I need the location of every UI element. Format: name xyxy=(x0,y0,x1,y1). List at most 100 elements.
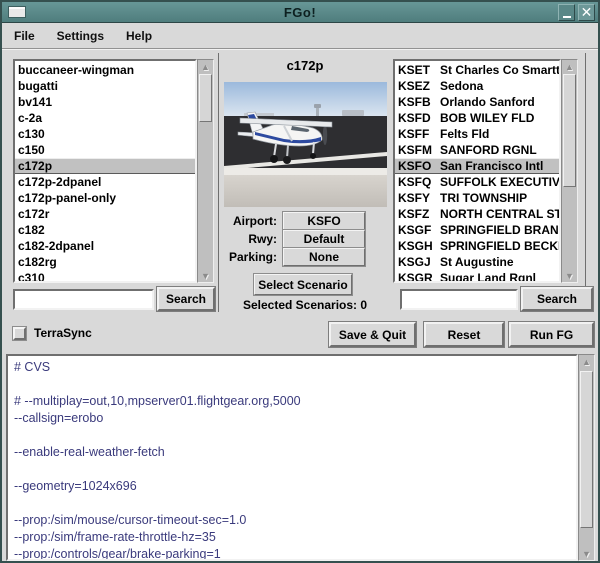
aircraft-search-field[interactable] xyxy=(13,289,154,310)
config-line xyxy=(14,461,570,478)
airport-list-item[interactable]: KSFZ NORTH CENTRAL STAT xyxy=(395,206,559,222)
airport-list-item[interactable]: KSFY TRI TOWNSHIP xyxy=(395,190,559,206)
menubar: File Settings Help xyxy=(2,24,598,49)
aircraft-list-item[interactable]: c182-2dpanel xyxy=(15,238,195,254)
airport-list-item[interactable]: KSFQ SUFFOLK EXECUTIVE xyxy=(395,174,559,190)
select-scenario-button[interactable]: Select Scenario xyxy=(253,273,353,296)
aircraft-list-item[interactable]: c172r xyxy=(15,206,195,222)
airport-list-item[interactable]: KSGJ St Augustine xyxy=(395,254,559,270)
airport-list-item[interactable]: KSFM SANFORD RGNL xyxy=(395,142,559,158)
airport-value-button[interactable]: KSFO xyxy=(282,211,366,231)
config-line: # --multiplay=out,10,mpserver01.flightge… xyxy=(14,394,301,408)
terrasync-label: TerraSync xyxy=(34,326,92,340)
close-button[interactable]: ✕ xyxy=(578,4,595,21)
aircraft-list[interactable]: buccaneer-wingman bugatti bv141 c-2a c130 c15… xyxy=(13,59,197,283)
aircraft-list-item[interactable]: bugatti xyxy=(15,78,195,94)
scroll-up-icon[interactable]: ▲ xyxy=(580,355,593,368)
airport-name: SPRINGFIELD BRANSO xyxy=(440,223,559,237)
aircraft-scrollbar-thumb[interactable] xyxy=(199,74,212,122)
aircraft-search-input[interactable] xyxy=(15,291,152,309)
minimize-button[interactable] xyxy=(558,4,575,21)
airport-list[interactable]: KSET St Charles Co Smartt KSEZ Sedona KSFB… xyxy=(393,59,561,283)
airport-list-item[interactable]: KSET St Charles Co Smartt xyxy=(395,62,559,78)
airport-name: Orlando Sanford xyxy=(440,95,535,109)
aircraft-list-item[interactable]: c172p-panel-only xyxy=(15,190,195,206)
config-textarea[interactable]: # CVS # --multiplay=out,10,mpserver01.fli… xyxy=(6,354,578,561)
airport-name: Felts Fld xyxy=(440,127,490,141)
aircraft-list-scrollbar[interactable]: ▲ ▼ xyxy=(197,59,214,283)
aircraft-list-item[interactable]: c310 xyxy=(15,270,195,281)
close-icon: ✕ xyxy=(580,4,593,20)
airport-list-item[interactable]: KSFB Orlando Sanford xyxy=(395,94,559,110)
minimize-icon xyxy=(562,16,571,18)
airport-scrollbar-thumb[interactable] xyxy=(563,74,576,187)
config-scrollbar-thumb[interactable] xyxy=(580,371,593,528)
airport-name: St Augustine xyxy=(440,255,514,269)
menu-item[interactable]: File xyxy=(10,27,39,45)
window-menu-icon[interactable] xyxy=(8,6,26,18)
aircraft-list-item[interactable]: c-2a xyxy=(15,110,195,126)
airport-name: Sugar Land Rgnl xyxy=(440,271,536,283)
selected-scenarios-count: Selected Scenarios: 0 xyxy=(242,298,368,312)
airport-code: KSFD xyxy=(398,111,431,125)
config-line: --prop:/sim/frame-rate-throttle-hz=35 xyxy=(14,530,216,544)
airport-list-item[interactable]: KSFF Felts Fld xyxy=(395,126,559,142)
airport-list-item[interactable]: KSGH SPRINGFIELD BECKLE xyxy=(395,238,559,254)
aircraft-list-item[interactable]: c150 xyxy=(15,142,195,158)
airport-code: KSFQ xyxy=(398,175,432,189)
selected-aircraft-title: c172p xyxy=(286,58,324,73)
airport-name: Sedona xyxy=(440,79,484,93)
airport-name: SUFFOLK EXECUTIVE xyxy=(440,175,561,189)
config-line: --geometry=1024x696 xyxy=(14,479,137,493)
aircraft-list-item[interactable]: c130 xyxy=(15,126,195,142)
menu-item[interactable]: Settings xyxy=(53,27,108,45)
aircraft-list-item[interactable]: bv141 xyxy=(15,94,195,110)
airport-name: BOB WILEY FLD xyxy=(440,111,535,125)
airport-list-item[interactable]: KSGR Sugar Land Rgnl xyxy=(395,270,559,283)
top-frame-right-edge xyxy=(585,53,586,312)
airport-code: KSEZ xyxy=(398,79,431,93)
save-quit-button[interactable]: Save & Quit xyxy=(328,321,417,348)
aircraft-list-item[interactable]: buccaneer-wingman xyxy=(15,62,195,78)
window-title: FGo! xyxy=(283,4,317,20)
config-scrollbar[interactable]: ▲ ▼ xyxy=(578,354,595,561)
airport-name: St Charles Co Smartt xyxy=(440,63,561,77)
aircraft-list-item[interactable]: c182 xyxy=(15,222,195,238)
airport-list-item[interactable]: KSGF SPRINGFIELD BRANSO xyxy=(395,222,559,238)
aircraft-search-button[interactable]: Search xyxy=(156,286,216,312)
airport-code: KSFO xyxy=(398,159,432,173)
terrasync-checkbox[interactable] xyxy=(12,326,27,341)
window-titlebar[interactable]: FGo! ✕ xyxy=(2,2,598,23)
aircraft-list-item[interactable]: c182rg xyxy=(15,254,195,270)
airport-list-scrollbar[interactable]: ▲ ▼ xyxy=(561,59,578,283)
airport-list-item[interactable]: KSEZ Sedona xyxy=(395,78,559,94)
parking-label: Parking: xyxy=(228,250,277,264)
airport-code: KSFZ xyxy=(398,207,430,221)
scroll-down-icon[interactable]: ▼ xyxy=(199,269,212,282)
scroll-down-icon[interactable]: ▼ xyxy=(563,269,576,282)
airport-list-item[interactable]: KSFD BOB WILEY FLD xyxy=(395,110,559,126)
run-fg-button[interactable]: Run FG xyxy=(508,321,595,348)
aircraft-preview-image xyxy=(224,82,387,207)
reset-button[interactable]: Reset xyxy=(423,321,505,348)
aircraft-list-item[interactable]: c172p-2dpanel xyxy=(15,174,195,190)
parking-value-button[interactable]: None xyxy=(282,247,366,267)
airport-search-input[interactable] xyxy=(402,291,516,309)
menu-item[interactable]: Help xyxy=(122,27,156,45)
config-line: # CVS xyxy=(14,360,51,374)
airport-search-field[interactable] xyxy=(400,289,518,310)
airport-code: KSET xyxy=(398,63,431,77)
airport-label: Airport: xyxy=(233,214,277,228)
config-line xyxy=(14,427,570,444)
aircraft-list-item[interactable]: c172p xyxy=(15,158,195,174)
airport-list-item[interactable]: KSFO San Francisco Intl xyxy=(395,158,559,174)
airport-code: KSFY xyxy=(398,191,431,205)
scroll-down-icon[interactable]: ▼ xyxy=(580,547,593,560)
config-line xyxy=(14,376,570,393)
airport-name: TRI TOWNSHIP xyxy=(440,191,528,205)
scroll-up-icon[interactable]: ▲ xyxy=(199,60,212,73)
rwy-value-button[interactable]: Default xyxy=(282,229,366,249)
center-frame-left-edge xyxy=(218,53,219,312)
scroll-up-icon[interactable]: ▲ xyxy=(563,60,576,73)
airport-search-button[interactable]: Search xyxy=(520,286,594,312)
